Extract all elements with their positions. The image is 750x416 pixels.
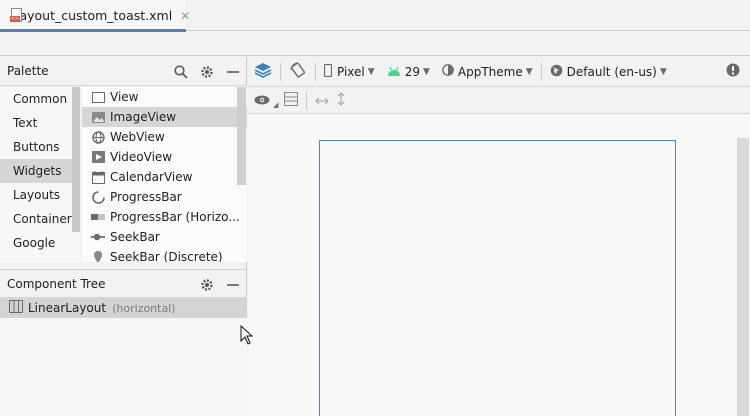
layers-button[interactable] [248, 57, 278, 87]
category-text[interactable]: Text [0, 111, 80, 135]
minimize-icon[interactable] [225, 277, 241, 293]
layers-icon [254, 61, 272, 82]
canvas-scrollbar[interactable] [737, 138, 749, 416]
category-google[interactable]: Google [0, 231, 80, 255]
progress-bar-icon [91, 210, 105, 224]
toolbar-separator [306, 91, 308, 110]
minimize-icon[interactable] [225, 64, 241, 80]
image-icon [91, 110, 105, 124]
tree-item-orientation: (horizontal) [112, 301, 176, 315]
theme-icon [442, 64, 454, 79]
theme-dropdown[interactable]: AppTheme ▼ [436, 57, 539, 87]
component-tree-body [0, 318, 247, 416]
component-tree-header: Component Tree [0, 269, 247, 298]
widget-item-videoview[interactable]: VideoView [82, 147, 247, 167]
tab-label: layout_custom_toast.xml [16, 8, 173, 23]
category-container[interactable]: Container [0, 207, 80, 231]
palette-widget-list: View ImageView WebView VideoView Calenda… [82, 87, 247, 262]
widget-item-webview[interactable]: WebView [82, 127, 247, 147]
spinner-icon [91, 190, 105, 204]
toolbar-separator [315, 62, 316, 81]
widget-item-calendarview[interactable]: CalendarView [82, 167, 247, 187]
categories-scrollbar[interactable] [72, 87, 80, 232]
view-icon [91, 90, 105, 104]
chevron-down-icon: ◢ [273, 100, 279, 109]
orientation-button[interactable] [283, 57, 313, 87]
globe-icon [91, 130, 105, 144]
chevron-down-icon: ▼ [422, 66, 430, 77]
component-tree-title: Component Tree [7, 276, 106, 291]
widget-item-view[interactable]: View [82, 87, 247, 107]
blueprint-icon [284, 92, 299, 109]
expand-horizontal-button[interactable] [309, 86, 335, 116]
widget-item-seekbar[interactable]: SeekBar [82, 227, 247, 247]
eye-icon [254, 94, 270, 108]
blueprint-toggle[interactable] [280, 86, 304, 116]
warnings-button[interactable] [720, 57, 750, 87]
palette-title: Palette [7, 64, 49, 78]
horizontal-resize-icon [315, 94, 330, 108]
chevron-down-icon: ▼ [367, 66, 375, 77]
palette-header: Palette [0, 57, 247, 86]
category-buttons[interactable]: Buttons [0, 135, 80, 159]
chevron-down-icon: ▼ [659, 66, 667, 77]
toolbar-separator [280, 62, 281, 81]
rotate-device-icon [289, 61, 307, 82]
phone-icon [323, 63, 333, 80]
gear-icon[interactable] [199, 277, 215, 293]
device-dropdown[interactable]: Pixel ▼ [318, 57, 381, 87]
warning-icon [726, 63, 740, 80]
close-tab-icon[interactable]: ✕ [180, 9, 190, 23]
widget-item-imageview[interactable]: ImageView [82, 107, 247, 127]
toolbar-separator [540, 62, 542, 81]
widgets-scrollbar[interactable] [237, 87, 246, 185]
tree-item-label: LinearLayout [28, 301, 107, 315]
expand-vertical-button[interactable] [335, 86, 351, 116]
gear-icon[interactable] [199, 64, 215, 80]
view-options-button[interactable]: ◢ [248, 86, 280, 116]
widget-item-seekbar-discrete[interactable]: SeekBar (Discrete) [82, 247, 247, 262]
device-frame[interactable] [319, 140, 676, 416]
pin-icon [91, 250, 105, 262]
left-panel: Palette Common Text Buttons Widgets Layo… [0, 57, 247, 416]
video-icon [91, 150, 105, 164]
view-options-toolbar: ◢ [248, 88, 750, 114]
android-icon [387, 65, 401, 79]
category-layouts[interactable]: Layouts [0, 183, 80, 207]
editor-secondary-bar [0, 32, 750, 56]
linear-layout-icon [9, 300, 23, 316]
api-level-dropdown[interactable]: 29 ▼ [381, 57, 436, 87]
widget-item-progressbar-horizontal[interactable]: ProgressBar (Horizo... [82, 207, 247, 227]
editor-tab-bar: <> layout_custom_toast.xml ✕ [0, 0, 750, 32]
tree-item-linearlayout[interactable]: LinearLayout (horizontal) [0, 298, 247, 318]
locale-dropdown[interactable]: Default (en-us) ▼ [544, 57, 673, 87]
chevron-down-icon: ▼ [525, 66, 533, 77]
search-icon[interactable] [173, 64, 189, 80]
design-toolbar: Pixel ▼ 29 ▼ AppTheme ▼ Default (en-us) … [248, 57, 750, 87]
vertical-resize-icon [337, 92, 345, 109]
design-canvas[interactable] [248, 115, 750, 416]
tab-layout-custom-toast[interactable]: <> layout_custom_toast.xml ✕ [0, 0, 190, 32]
mouse-cursor-icon [240, 324, 254, 348]
seekbar-icon [91, 230, 105, 244]
category-widgets[interactable]: Widgets [0, 159, 80, 183]
category-common[interactable]: Common [0, 87, 80, 111]
calendar-icon [91, 170, 105, 184]
widget-item-progressbar[interactable]: ProgressBar [82, 187, 247, 207]
palette-categories: Common Text Buttons Widgets Layouts Cont… [0, 87, 80, 262]
globe-icon [550, 64, 563, 80]
